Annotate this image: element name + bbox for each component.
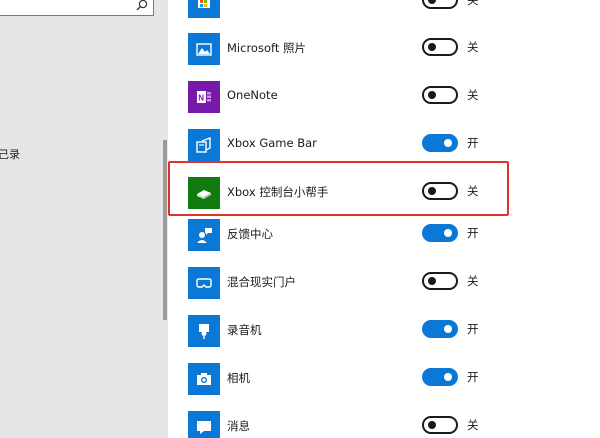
left-pane: 己录 [0,0,168,438]
toggle-state-label: 关 [467,418,479,432]
svg-text:N: N [198,94,204,103]
app-toggle[interactable] [422,38,458,56]
app-toggle[interactable] [422,224,458,242]
highlight-box [168,161,509,216]
nav-item-label[interactable]: 己录 [0,146,20,162]
voice-recorder-icon [188,315,220,347]
toggle-state-label: 开 [467,226,479,240]
onenote-icon: N [188,81,220,113]
xbox-game-bar-icon [188,129,220,161]
app-name: 录音机 [227,323,262,337]
camera-icon [188,363,220,395]
messaging-icon [188,411,220,438]
app-name: 相机 [227,371,250,385]
app-toggle[interactable] [422,86,458,104]
toggle-state-label: 关 [467,40,479,54]
app-row-store: 关 [168,0,600,27]
search-input[interactable] [0,0,154,16]
feedback-hub-icon [188,219,220,251]
app-row-onenote: N OneNote 关 [168,74,600,122]
toggle-state-label: 开 [467,370,479,384]
app-name: 反馈中心 [227,227,273,241]
mixed-reality-icon [188,267,220,299]
app-toggle[interactable] [422,134,458,152]
toggle-state-label: 开 [467,322,479,336]
app-row-messaging: 消息 关 [168,404,600,438]
app-row-mixed-reality-portal: 混合现实门户 关 [168,260,600,308]
app-row-camera: 相机 开 [168,356,600,404]
app-toggle[interactable] [422,272,458,290]
scrollbar[interactable] [163,140,167,320]
app-name: OneNote [227,88,278,102]
toggle-state-label: 关 [467,0,479,7]
toggle-state-label: 关 [467,88,479,102]
app-name: Microsoft 照片 [227,41,306,55]
app-name: 混合现实门户 [227,275,296,289]
toggle-state-label: 开 [467,136,479,150]
app-toggle[interactable] [422,368,458,386]
app-row-voice-recorder: 录音机 开 [168,308,600,356]
app-name: Xbox Game Bar [227,136,317,150]
photos-icon [188,33,220,65]
search-icon [136,0,148,11]
app-row-photos: Microsoft 照片 关 [168,26,600,74]
app-name: 消息 [227,419,250,433]
app-toggle[interactable] [422,320,458,338]
store-icon [188,0,220,18]
toggle-state-label: 关 [467,274,479,288]
app-permission-list: 关 Microsoft 照片 关 N OneNote 关 Xbox Game B… [168,0,600,438]
app-toggle[interactable] [422,0,458,9]
app-toggle[interactable] [422,416,458,434]
app-row-feedback-hub: 反馈中心 开 [168,212,600,260]
